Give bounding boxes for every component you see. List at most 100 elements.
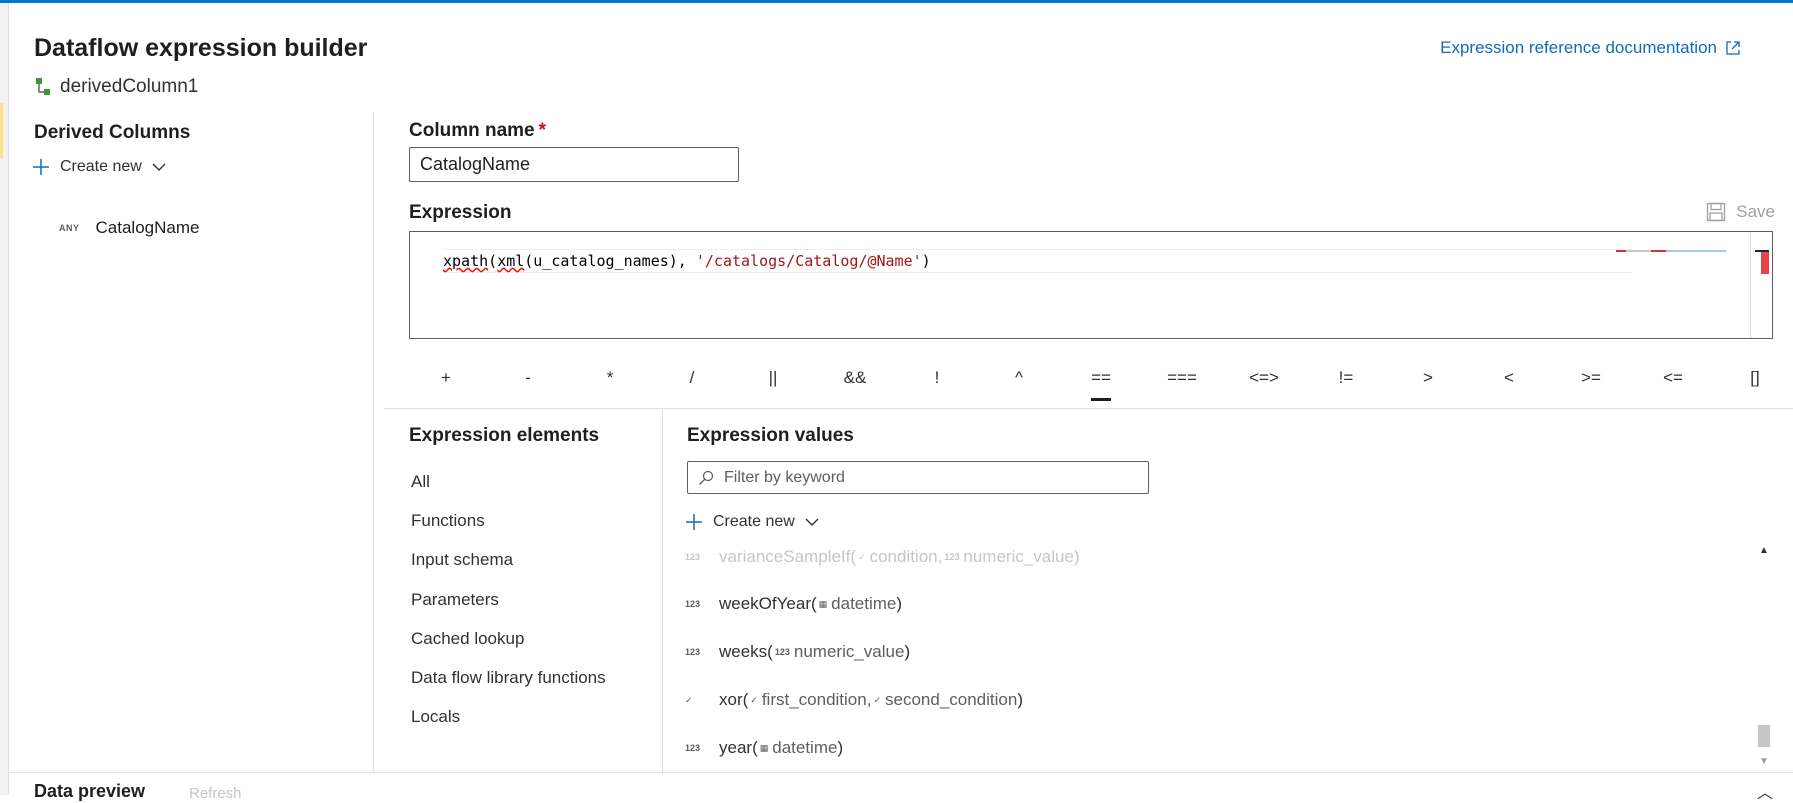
plus-icon xyxy=(686,514,702,530)
function-close: ) xyxy=(837,738,844,757)
chevron-up-icon[interactable]: ︿ xyxy=(1757,779,1773,803)
calendar-type-icon: ▦ xyxy=(818,598,828,609)
element-data-flow-library-functions[interactable]: Data flow library functions xyxy=(411,668,606,688)
operator-divide-button[interactable]: / xyxy=(662,356,722,400)
function-arg: datetime xyxy=(772,738,838,757)
function-item-weeks[interactable]: 123 weeks( 123 numeric_value ) xyxy=(685,642,910,662)
derived-create-new-button[interactable]: Create new xyxy=(32,158,166,176)
code-string-token: '/catalogs/Catalog/@Name' xyxy=(695,252,922,270)
boolean-type-icon: ✓ xyxy=(873,694,881,705)
operator-greater-equal-button[interactable]: >= xyxy=(1561,356,1621,400)
operator-null-safe-equals-button[interactable]: <=> xyxy=(1234,356,1294,400)
editor-minimap[interactable] xyxy=(1616,250,1726,252)
expression-reference-link-text: Expression reference documentation xyxy=(1440,38,1717,57)
derived-columns-pane: Derived Columns Create new ANY CatalogNa… xyxy=(9,112,374,772)
function-close: ) xyxy=(904,642,911,661)
operator-multiply-button[interactable]: * xyxy=(580,356,640,400)
top-accent-bar xyxy=(0,0,1793,3)
operator-greater-than-button[interactable]: > xyxy=(1398,356,1458,400)
expression-editor[interactable]: xpath(xml(u_catalog_names), '/catalogs/C… xyxy=(409,231,1773,339)
values-create-new-label: Create new xyxy=(713,513,795,530)
any-type-icon: ANY xyxy=(59,223,80,233)
calendar-type-icon: ▦ xyxy=(759,742,769,753)
expression-code-line[interactable]: xpath(xml(u_catalog_names), '/catalogs/C… xyxy=(443,252,931,270)
data-preview-bar: Data preview Refresh ︿ xyxy=(9,772,1793,802)
expression-elements-heading: Expression elements xyxy=(409,425,600,446)
function-item-weekofyear[interactable]: 123 weekOfYear( ▦ datetime ) xyxy=(685,594,902,614)
element-input-schema[interactable]: Input schema xyxy=(411,550,513,570)
operator-minus-button[interactable]: - xyxy=(498,356,558,400)
function-item-variancesampleif[interactable]: 123 varianceSampleIf( ✓ condition , 123 … xyxy=(685,547,1080,567)
refresh-button[interactable]: Refresh xyxy=(189,785,242,802)
operator-xor-button[interactable]: ^ xyxy=(989,356,1049,400)
operator-not-button[interactable]: ! xyxy=(907,356,967,400)
values-create-new-button[interactable]: Create new xyxy=(685,513,819,531)
code-close-token: ) xyxy=(921,252,931,270)
operator-array-button[interactable]: [] xyxy=(1725,356,1785,400)
function-arg: first_condition xyxy=(761,690,867,709)
arg-separator: , xyxy=(866,690,872,709)
derived-create-new-label: Create new xyxy=(60,158,142,175)
code-xml-token: xml xyxy=(497,252,525,270)
function-close: ) xyxy=(896,594,903,613)
filter-box[interactable] xyxy=(687,461,1149,494)
column-name-input[interactable] xyxy=(409,147,739,182)
function-name: xor( xyxy=(719,690,749,709)
function-arg: datetime xyxy=(831,594,897,613)
scroll-up-arrow-icon[interactable]: ▲ xyxy=(1759,545,1769,556)
operator-or-button[interactable]: || xyxy=(743,356,803,400)
element-all[interactable]: All xyxy=(411,472,430,492)
function-name: weeks( xyxy=(719,642,773,661)
values-scrollbar-thumb[interactable] xyxy=(1758,725,1770,747)
expression-elements-pane: Expression elements All Functions Input … xyxy=(384,409,663,772)
element-locals[interactable]: Locals xyxy=(411,707,460,727)
function-item-xor[interactable]: ✓ xor( ✓ first_condition , ✓ second_cond… xyxy=(685,690,1023,710)
function-arg: numeric_value xyxy=(793,642,905,661)
function-close: ) xyxy=(1073,547,1080,566)
data-preview-tab[interactable]: Data preview xyxy=(34,781,145,802)
operator-less-than-button[interactable]: < xyxy=(1479,356,1539,400)
derived-column-item[interactable]: ANY CatalogName xyxy=(59,218,199,238)
number-type-icon: 123 xyxy=(774,647,790,657)
operator-and-button[interactable]: && xyxy=(825,356,885,400)
number-type-icon: 123 xyxy=(944,552,960,562)
editor-scrollbar[interactable] xyxy=(1750,232,1772,338)
column-name-label: Column name * xyxy=(409,120,546,142)
number-type-icon: 123 xyxy=(685,599,701,609)
values-scrollbar[interactable]: ▲ ▼ xyxy=(1755,545,1773,767)
left-side-strip xyxy=(0,3,9,795)
plus-icon xyxy=(33,159,49,175)
save-icon xyxy=(1707,202,1726,222)
expression-label: Expression xyxy=(409,202,512,223)
boolean-type-icon: ✓ xyxy=(685,694,693,705)
chevron-down-icon xyxy=(805,518,819,526)
code-xpath-token: xpath xyxy=(443,252,489,270)
external-link-icon xyxy=(1726,41,1740,55)
element-parameters[interactable]: Parameters xyxy=(411,590,499,610)
operator-not-equals-button[interactable]: != xyxy=(1316,356,1376,400)
operator-equals-button[interactable]: == xyxy=(1071,356,1131,401)
operator-strict-equals-button[interactable]: === xyxy=(1152,356,1212,400)
function-arg: numeric_value xyxy=(963,547,1074,566)
number-type-icon: 123 xyxy=(685,647,701,657)
operator-less-equal-button[interactable]: <= xyxy=(1643,356,1703,400)
function-item-year[interactable]: 123 year( ▦ datetime ) xyxy=(685,738,843,758)
save-label: Save xyxy=(1736,202,1775,221)
save-button[interactable]: Save xyxy=(1706,202,1775,222)
filter-input[interactable] xyxy=(722,467,1142,488)
boolean-type-icon: ✓ xyxy=(858,551,866,562)
scroll-down-arrow-icon[interactable]: ▼ xyxy=(1759,756,1769,767)
function-name: weekOfYear( xyxy=(719,594,817,613)
element-functions[interactable]: Functions xyxy=(411,511,485,531)
side-strip-marker xyxy=(0,103,3,158)
expression-reference-link[interactable]: Expression reference documentation xyxy=(1440,38,1741,58)
operator-plus-button[interactable]: + xyxy=(416,356,476,400)
editor-error-marker xyxy=(1761,252,1769,274)
boolean-type-icon: ✓ xyxy=(750,694,758,705)
derived-column-icon xyxy=(36,78,50,95)
function-arg: condition xyxy=(869,547,938,566)
element-cached-lookup[interactable]: Cached lookup xyxy=(411,629,524,649)
derived-columns-heading: Derived Columns xyxy=(34,122,191,143)
arg-separator: , xyxy=(937,547,943,566)
function-name: varianceSampleIf( xyxy=(719,547,857,566)
